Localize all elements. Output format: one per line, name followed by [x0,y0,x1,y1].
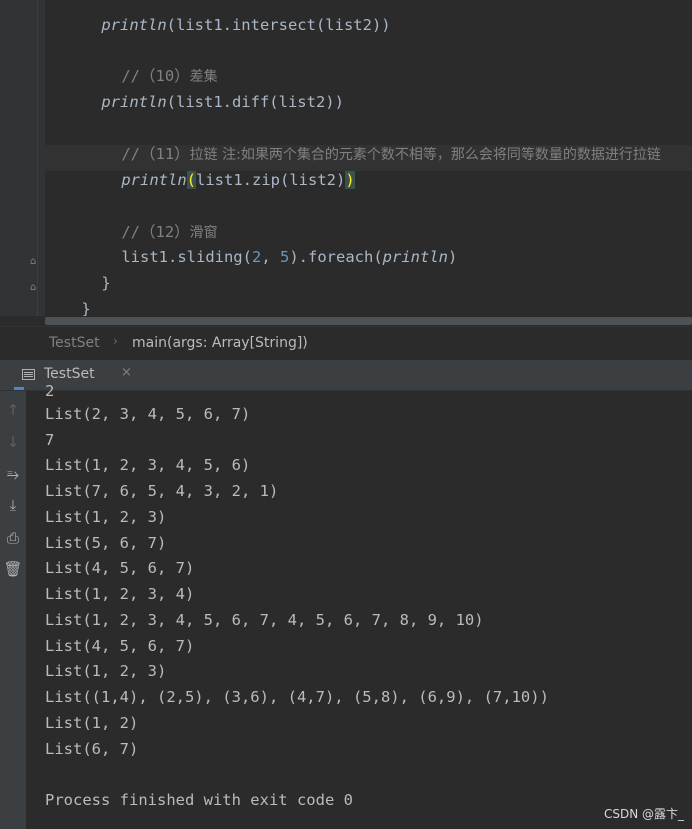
code-text: ) [448,248,458,266]
matched-paren-close: ) [345,171,355,189]
console-line: 2 [45,382,55,400]
console-icon [22,369,35,380]
console-line: List(1, 2, 3) [45,662,167,680]
console-line: List(7, 6, 5, 4, 3, 2, 1) [45,482,279,500]
code-text: ).foreach( [289,248,383,266]
closing-brace: } [101,274,111,292]
code-text: list1.zip(list2) [196,171,346,189]
console-line: List(6, 7) [45,740,139,758]
console-line: List(1, 2, 3, 4, 5, 6) [45,456,251,474]
console-line: List(5, 6, 7) [45,534,167,552]
console-line: List(4, 5, 6, 7) [45,559,195,577]
console-line: List(1, 2) [45,714,139,732]
println-call: println [101,93,167,111]
console-line: List(2, 3, 4, 5, 6, 7) [45,405,251,423]
println-call: println [101,16,167,34]
editor-gutter [0,0,45,316]
code-text: , [261,248,280,266]
code-text: list1.sliding( [121,248,252,266]
console-line: List(1, 2, 3, 4, 5, 6, 7, 4, 5, 6, 7, 8,… [45,611,484,629]
breadcrumb: TestSet › main(args: Array[String]) [0,326,692,361]
tab-testset-run[interactable]: TestSet × [14,360,132,390]
console-line: List((1,4), (2,5), (3,6), (4,7), (5,8), … [45,688,549,706]
console-line: List(1, 2, 3) [45,508,167,526]
println-call: println [121,171,187,189]
code-text: (list1.intersect(list2)) [166,16,391,34]
watermark: CSDN @露卞_ [603,807,684,821]
process-exit-line: Process finished with exit code 0 [45,791,353,809]
arrow-up-icon[interactable]: ↑ [3,400,23,420]
fold-marker-icon[interactable]: ⌂ [30,257,40,267]
trash-icon[interactable]: 🗑 [3,559,23,579]
code-line-diff[interactable]: println(list1.diff(list2)) [64,72,344,132]
fold-marker-icon[interactable]: ⌂ [30,283,40,293]
chevron-right-icon: › [113,334,118,348]
horizontal-scrollbar[interactable] [45,316,692,326]
run-console[interactable]: ↑ ↓ ⥱ ⤓ ⎙ 🗑 2 List(2, 3, 4, 5, 6, 7) 7 L… [0,382,692,829]
console-toolbar: ↑ ↓ ⥱ ⤓ ⎙ 🗑 [0,391,26,829]
gutter-divider [37,0,38,316]
number-literal: 2 [251,248,262,266]
tab-label: TestSet [44,366,95,382]
code-text: (list1.diff(list2)) [166,93,344,111]
scrollbar-thumb[interactable] [45,317,692,325]
breadcrumb-object[interactable]: TestSet [49,335,100,351]
print-icon[interactable]: ⎙ [3,528,23,548]
code-editor[interactable]: println(list1.intersect(list2)) //（10）差集… [0,0,692,318]
console-line: 7 [45,431,55,449]
close-icon[interactable]: × [121,365,132,380]
code-line-sliding[interactable]: list1.sliding(2, 5).foreach(println) [84,227,457,287]
soft-wrap-icon[interactable]: ⥱ [3,464,23,484]
println-ref: println [382,248,448,266]
code-line-zip[interactable]: println(list1.zip(list2)) [84,150,355,210]
run-tool-tabbar: TestSet × [0,360,692,391]
console-line: List(4, 5, 6, 7) [45,637,195,655]
matched-paren-open: ( [186,171,196,189]
arrow-down-icon[interactable]: ↓ [3,432,23,452]
number-literal: 5 [280,248,290,266]
scroll-to-end-icon[interactable]: ⤓ [3,495,23,515]
breadcrumb-method[interactable]: main(args: Array[String]) [132,335,308,351]
console-line: List(1, 2, 3, 4) [45,585,195,603]
